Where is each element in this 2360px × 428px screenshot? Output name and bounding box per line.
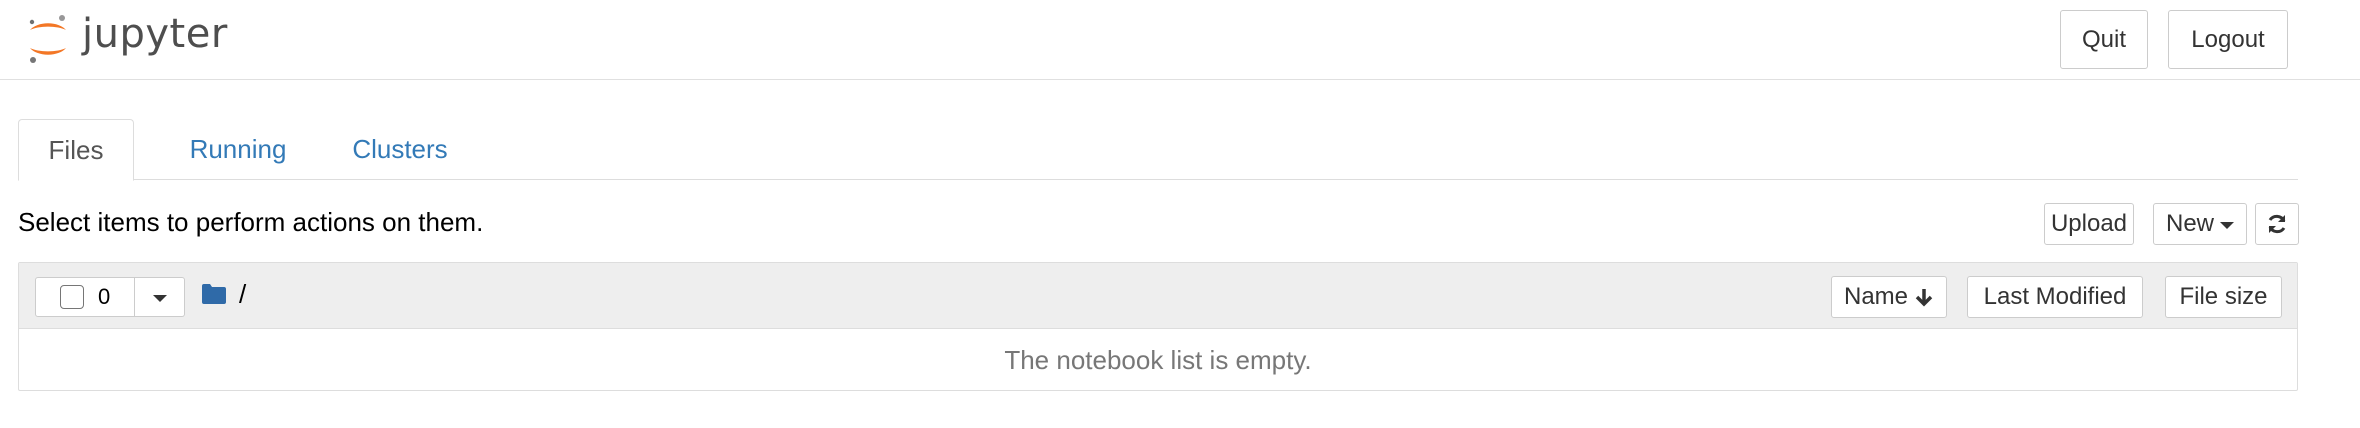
refresh-button[interactable] [2255,203,2299,245]
select-all-control[interactable]: 0 [35,277,135,317]
arrow-down-icon [1915,289,1933,307]
header: jupyter Quit Logout [0,0,2360,80]
jupyter-logo-icon [29,15,66,63]
select-all-checkbox[interactable] [60,285,84,309]
caret-down-icon [2220,222,2234,229]
list-header: 0 / Name Last Modified File size [19,263,2297,329]
sort-by-last-modified-button[interactable]: Last Modified [1967,276,2143,318]
refresh-icon [2268,214,2286,234]
breadcrumb: / [201,279,246,309]
empty-list-message: The notebook list is empty. [1004,344,1312,375]
folder-icon[interactable] [201,283,227,305]
sort-by-file-size-button[interactable]: File size [2165,276,2282,318]
sort-name-label: Name [1843,283,1909,310]
instructions-text: Select items to perform actions on them. [18,207,484,237]
select-menu-button[interactable] [135,277,185,317]
upload-button[interactable]: Upload [2044,203,2134,245]
tab-clusters[interactable]: Clusters [325,119,475,180]
breadcrumb-root[interactable]: / [239,279,246,310]
quit-button[interactable]: Quit [2060,10,2148,69]
notebook-list: 0 / Name Last Modified File size The not… [18,262,2298,391]
new-dropdown-button[interactable]: New [2153,203,2247,245]
select-all-group: 0 [35,277,185,317]
tab-running[interactable]: Running [158,119,318,180]
sort-by-name-button[interactable]: Name [1831,276,1947,318]
tab-files[interactable]: Files [18,119,134,181]
caret-down-icon [152,295,167,302]
selected-count: 0 [98,284,111,309]
logo-text: jupyter [82,11,228,57]
new-button-label: New [2165,210,2214,237]
tab-bar: Files Running Clusters [18,119,2298,181]
jupyter-logo[interactable]: jupyter [24,8,228,68]
logout-button[interactable]: Logout [2168,10,2288,69]
